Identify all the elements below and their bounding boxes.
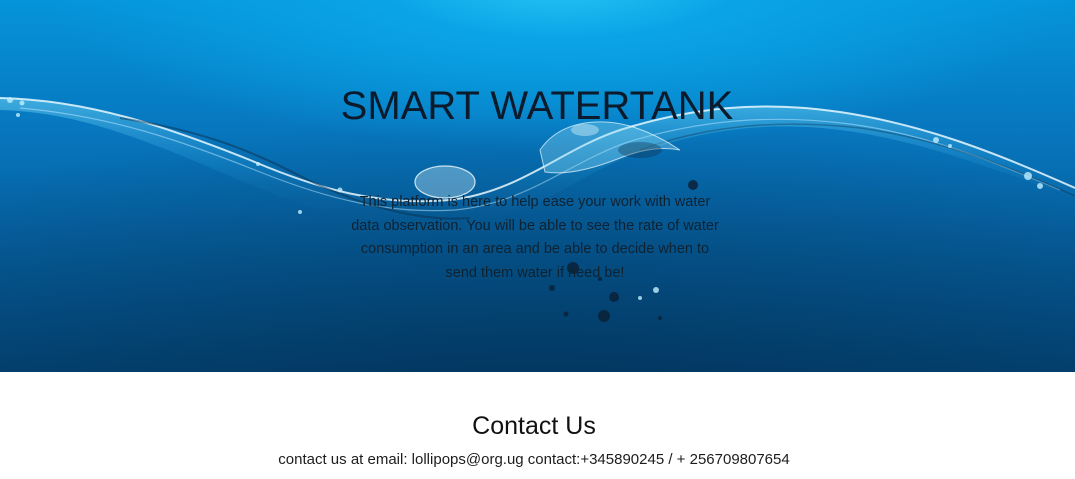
contact-heading: Contact Us [472,412,596,440]
page-title: SMART WATERTANK [340,84,734,128]
contact-details: contact us at email: lollipops@org.ug co… [278,451,790,468]
hero-section: SMART WATERTANK This platform is here to… [0,0,1075,372]
page: SMART WATERTANK This platform is here to… [0,0,1075,479]
contact-section: Contact Us contact us at email: lollipop… [0,372,1075,479]
hero-description: This platform is here to help ease your … [351,194,719,281]
water-splash-image [0,0,1075,372]
